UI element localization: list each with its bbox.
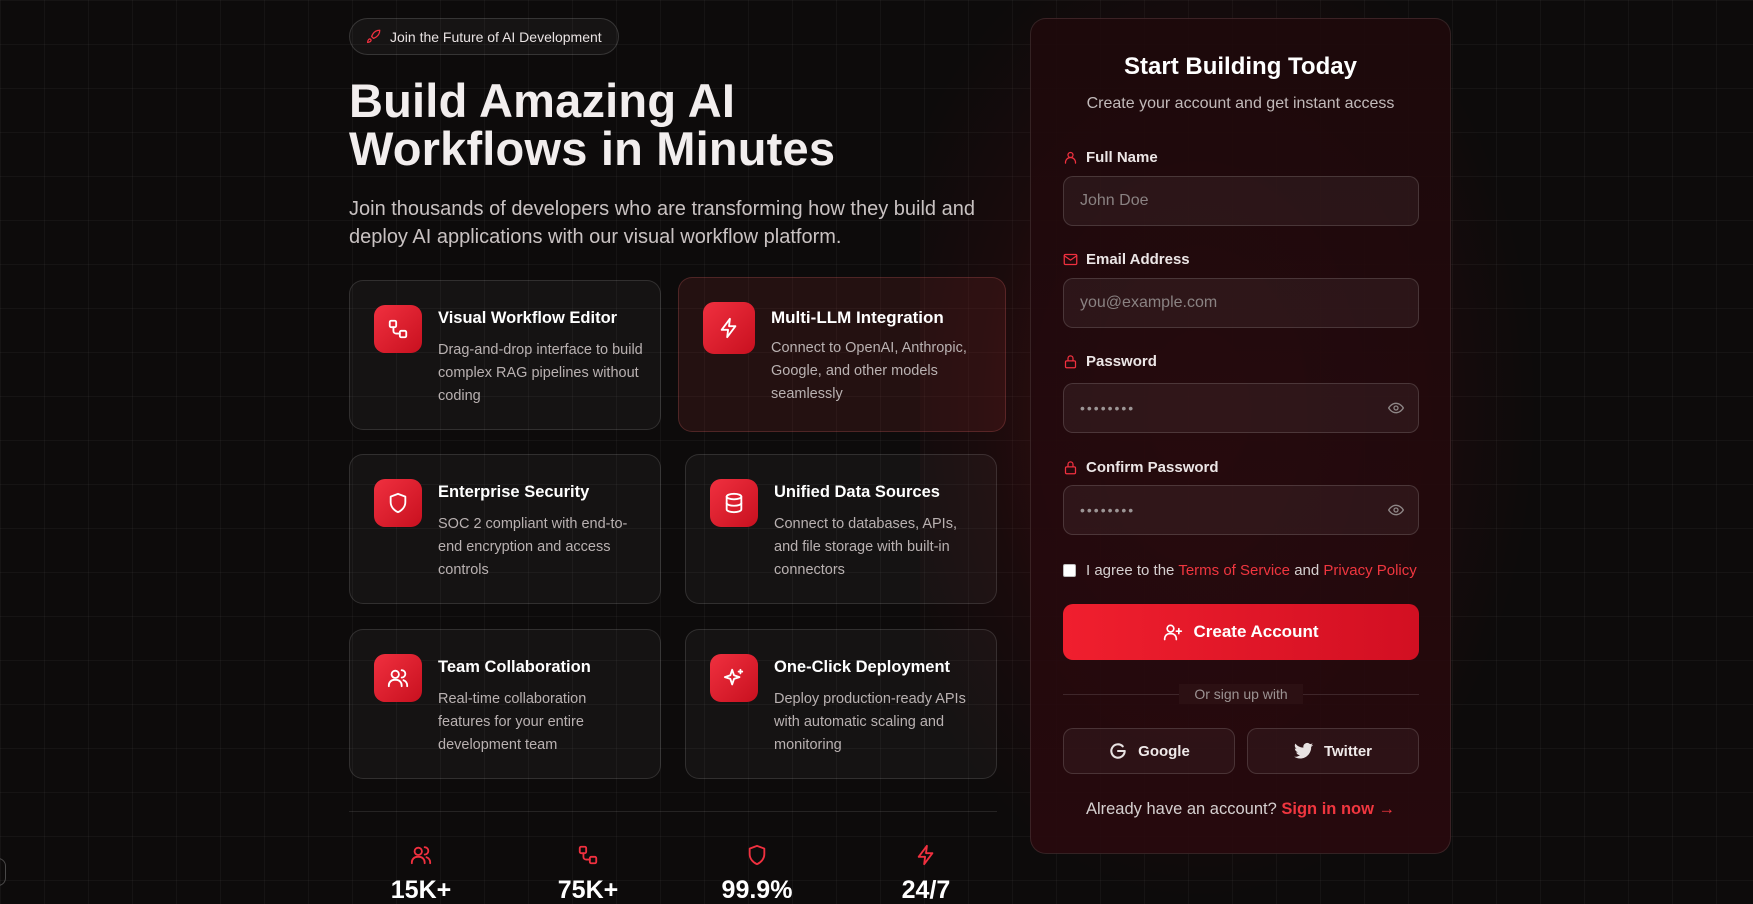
feature-description: Drag-and-drop interface to build complex…	[438, 342, 643, 404]
feature-description: Real-time collaboration features for you…	[438, 691, 587, 753]
user-plus-icon	[1164, 624, 1183, 641]
rocket-icon	[366, 29, 381, 44]
confirm-password-label: Confirm Password	[1063, 459, 1219, 476]
user-icon	[1064, 151, 1077, 164]
hero-title: Build Amazing AI Workflows in Minutes	[349, 74, 836, 175]
stat-uptime: 99.9%	[697, 844, 817, 904]
terms-checkbox[interactable]	[1063, 564, 1076, 577]
hero-section: Join the Future of AI Development Build …	[349, 18, 999, 251]
password-label: Password	[1063, 353, 1157, 370]
scroll-indicator	[0, 858, 6, 886]
email-input[interactable]	[1063, 278, 1419, 328]
form-subtitle: Create your account and get instant acce…	[1086, 95, 1395, 112]
feature-description: SOC 2 compliant with end-to-end encrypti…	[438, 516, 628, 578]
feature-icon-box	[710, 654, 758, 702]
feature-title: One-Click Deployment	[774, 658, 951, 676]
hero-badge: Join the Future of AI Development	[349, 18, 619, 55]
lock-icon	[1064, 355, 1077, 369]
stat-workflows: 75K+	[528, 844, 648, 904]
feature-card-one-click-deploy[interactable]: One-Click Deployment Deploy production-r…	[685, 629, 997, 779]
terms-of-service-link[interactable]: Terms of Service	[1178, 562, 1290, 579]
stat-value: 75K+	[557, 876, 619, 904]
google-icon	[1110, 743, 1126, 759]
stat-developers: 15K+	[361, 844, 481, 904]
feature-icon-box	[374, 654, 422, 702]
feature-title: Team Collaboration	[438, 658, 591, 676]
feature-card-unified-data[interactable]: Unified Data Sources Connect to database…	[685, 454, 997, 604]
feature-icon-box	[374, 305, 422, 353]
feature-description: Deploy production-ready APIs with automa…	[774, 691, 966, 753]
feature-card-enterprise-security[interactable]: Enterprise Security SOC 2 compliant with…	[349, 454, 661, 604]
workflow-icon	[578, 845, 598, 865]
lock-icon	[1064, 461, 1077, 475]
feature-title: Unified Data Sources	[774, 483, 940, 501]
feature-icon-box	[710, 479, 758, 527]
feature-card-multi-llm[interactable]: Multi-LLM Integration Connect to OpenAI,…	[678, 277, 1006, 432]
email-label: Email Address	[1063, 251, 1190, 268]
feature-icon-box	[703, 302, 755, 354]
full-name-label: Full Name	[1063, 149, 1158, 166]
terms-agreement: I agree to the Terms of Service and Priv…	[1063, 562, 1417, 579]
form-title: Start Building Today	[1124, 53, 1357, 80]
password-input[interactable]: ••••••••	[1063, 383, 1419, 433]
section-divider	[349, 811, 997, 812]
users-icon	[410, 846, 432, 865]
terms-text: I agree to the Terms of Service and Priv…	[1086, 562, 1417, 579]
feature-icon-box	[374, 479, 422, 527]
privacy-policy-link[interactable]: Privacy Policy	[1323, 562, 1416, 579]
shield-icon	[389, 492, 407, 514]
full-name-input[interactable]	[1063, 176, 1419, 226]
twitter-signup-button[interactable]: Twitter	[1247, 728, 1419, 774]
lightning-icon	[917, 844, 934, 866]
stat-value: 15K+	[390, 876, 452, 904]
signin-prompt: Already have an account? Sign in now →	[1085, 800, 1396, 818]
feature-title: Multi-LLM Integration	[771, 308, 944, 327]
feature-description: Connect to OpenAI, Anthropic, Google, an…	[771, 340, 967, 402]
google-signup-button[interactable]: Google	[1063, 728, 1235, 774]
eye-icon[interactable]	[1388, 502, 1404, 518]
hero-badge-text: Join the Future of AI Development	[390, 28, 602, 45]
arrow-right-icon: →	[1378, 800, 1396, 818]
feature-title: Visual Workflow Editor	[438, 309, 618, 327]
users-icon	[387, 669, 409, 688]
create-account-button[interactable]: Create Account	[1063, 604, 1419, 660]
feature-card-visual-workflow[interactable]: Visual Workflow Editor Drag-and-drop int…	[349, 280, 661, 430]
password-value: ••••••••	[1080, 400, 1136, 416]
workflow-icon	[388, 319, 408, 339]
signin-link[interactable]: Sign in now →	[1281, 800, 1395, 818]
or-text: Or sign up with	[1179, 684, 1303, 704]
sparkles-icon	[723, 668, 744, 686]
mail-icon	[1063, 253, 1078, 266]
feature-card-team-collaboration[interactable]: Team Collaboration Real-time collaborati…	[349, 629, 661, 779]
stat-value: 99.9%	[721, 876, 793, 904]
stat-value: 24/7	[901, 876, 951, 904]
feature-description: Connect to databases, APIs, and file sto…	[774, 516, 957, 578]
database-icon	[725, 492, 743, 514]
confirm-password-input[interactable]: ••••••••	[1063, 485, 1419, 535]
lightning-icon	[720, 317, 737, 339]
eye-icon[interactable]	[1388, 400, 1404, 416]
signup-form: Start Building Today Create your account…	[1030, 18, 1451, 854]
twitter-icon	[1293, 742, 1314, 759]
confirm-password-value: ••••••••	[1080, 502, 1136, 518]
stat-support: 24/7	[866, 844, 986, 904]
hero-subtitle: Join thousands of developers who are tra…	[349, 198, 975, 248]
feature-title: Enterprise Security	[438, 483, 590, 501]
shield-icon	[748, 844, 766, 866]
